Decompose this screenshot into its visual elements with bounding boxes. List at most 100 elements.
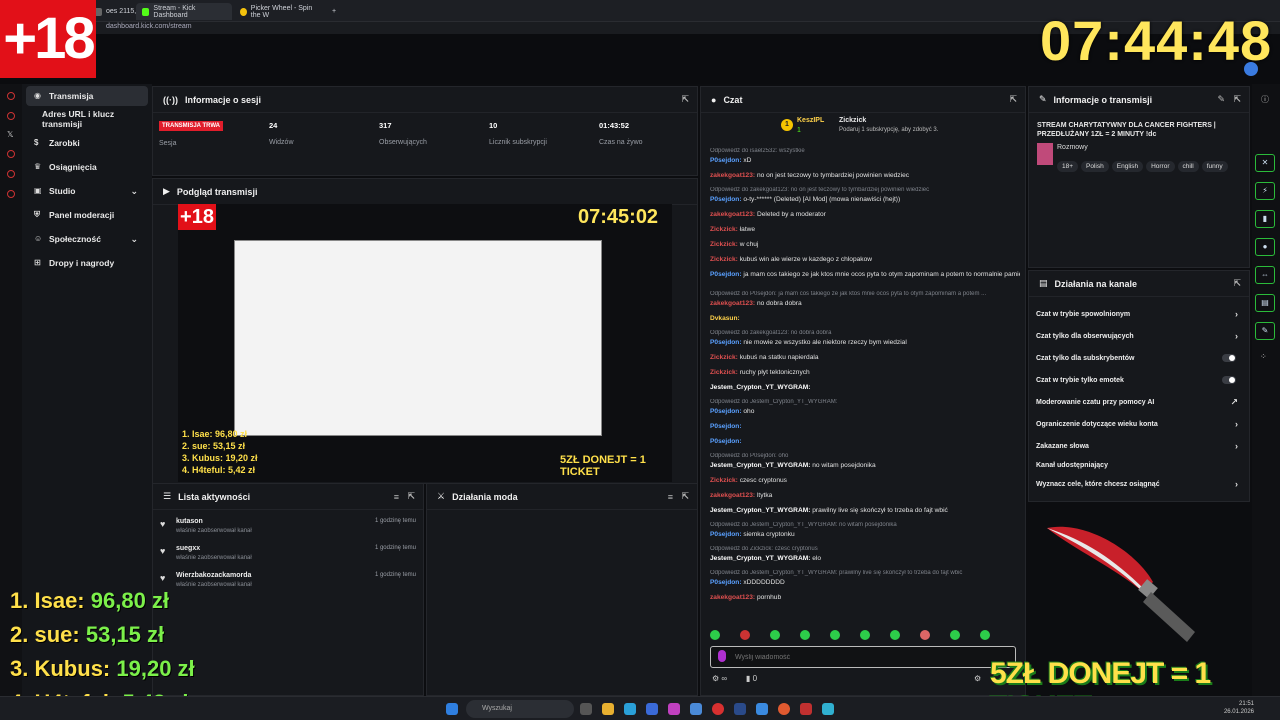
popout-icon[interactable]: ⇱	[681, 491, 689, 502]
social-icon[interactable]	[7, 150, 15, 158]
app-icon[interactable]	[822, 703, 834, 715]
filter-icon[interactable]: ≡	[394, 492, 399, 502]
app-icon[interactable]	[756, 703, 768, 715]
chat-username[interactable]: zakekgoat123:	[710, 211, 755, 218]
filter-icon[interactable]: ≡	[668, 492, 673, 502]
emote-icon[interactable]	[890, 630, 900, 640]
sidebar-item-studio[interactable]: ▣ Studio ⌄	[26, 181, 148, 201]
chat-message[interactable]: P0sejdon:	[710, 423, 1020, 430]
chat-username[interactable]: Zickzick:	[710, 241, 738, 248]
chat-username[interactable]: P0sejdon:	[710, 531, 742, 538]
chat-message[interactable]: Jestem_Crypton_YT_WYGRAM: elo	[710, 555, 1020, 562]
chat-message[interactable]: zakekgoat123: no on jest teczowy to tymb…	[710, 172, 1020, 179]
emote-icon[interactable]	[830, 630, 840, 640]
app-icon[interactable]	[690, 703, 702, 715]
taskbar-search[interactable]: Wyszukaj	[466, 700, 574, 718]
social-icon[interactable]	[7, 170, 15, 178]
action-emote-only[interactable]: Czat w trybie tylko emotek	[1036, 371, 1242, 389]
action-banned-words[interactable]: Zakazane słowa ›	[1036, 437, 1242, 455]
app-icon[interactable]	[734, 703, 746, 715]
chat-message[interactable]: P0sejdon:	[710, 438, 1020, 445]
emote-icon[interactable]	[950, 630, 960, 640]
chat-username[interactable]: zakekgoat123:	[710, 492, 755, 499]
browser-tab-kick[interactable]: Stream - Kick Dashboard	[136, 3, 232, 20]
stream-preview[interactable]: +18 07:45:02 1. Isae: 96,80 zł 2. sue: 5…	[178, 204, 672, 482]
chat-username[interactable]: Zickzick:	[710, 256, 738, 263]
chat-username[interactable]: Jestem_Crypton_YT_WYGRAM:	[710, 384, 810, 391]
chat-input[interactable]	[710, 646, 1016, 668]
browser-tab-picker[interactable]: Picker Wheel - Spin the W	[234, 3, 326, 20]
new-tab-button[interactable]: +	[326, 3, 342, 20]
windows-start-icon[interactable]	[446, 703, 458, 715]
action-ai-moderation[interactable]: Moderowanie czatu przy pomocy AI ↗	[1036, 393, 1242, 411]
emote-only-toggle[interactable]	[1222, 376, 1236, 384]
kick-icon[interactable]	[7, 92, 15, 100]
sidebar-item-panel-moderacji[interactable]: ⛨ Panel moderacji	[26, 205, 148, 225]
emote-icon[interactable]	[920, 630, 930, 640]
chat-username[interactable]: P0sejdon:	[710, 408, 742, 415]
chat-message[interactable]: Dvkasun:	[710, 315, 1020, 322]
rail-button[interactable]: ▮	[1255, 210, 1275, 228]
sidebar-item-osiagniecia[interactable]: ♛ Osiągnięcia	[26, 157, 148, 177]
rail-button[interactable]: ▤	[1255, 294, 1275, 312]
chat-username[interactable]: Zickzick:	[710, 477, 738, 484]
chat-message[interactable]: zakekgoat123: ltytka	[710, 492, 1020, 499]
chat-message[interactable]: P0sejdon: xDDDDDDDD	[710, 579, 1020, 586]
chat-message[interactable]: Zickzick: łatwe	[710, 226, 1020, 233]
chat-username[interactable]: Dvkasun:	[710, 315, 740, 322]
popout-icon[interactable]: ⇱	[1233, 94, 1241, 105]
chat-message[interactable]: zakekgoat123: Deleted by a moderator	[710, 211, 1020, 218]
pinned-gift-banner[interactable]: 1 KeszIPL 1 Zickzick Podaruj 1 subskrypc…	[781, 117, 981, 139]
social-icon[interactable]	[7, 112, 15, 120]
chat-username[interactable]: P0sejdon:	[710, 157, 742, 164]
popout-icon[interactable]: ⇱	[407, 491, 415, 502]
popout-icon[interactable]: ⇱	[681, 94, 689, 105]
subscribers-only-toggle[interactable]	[1222, 354, 1236, 362]
chat-message[interactable]: Zickzick: kubuś win ale wierze w kazdego…	[710, 256, 1020, 263]
action-followers-only[interactable]: Czat tylko dla obserwujących ›	[1036, 327, 1242, 345]
rail-button[interactable]: ⚡	[1255, 182, 1275, 200]
chat-username[interactable]: P0sejdon:	[710, 579, 742, 586]
chat-username[interactable]: Zickzick:	[710, 354, 738, 361]
chat-username[interactable]: P0sejdon:	[710, 423, 742, 430]
chat-message[interactable]: P0sejdon: nie mowie ze wszystko ale niek…	[710, 339, 1020, 346]
chat-message[interactable]: Zickzick: ruchy płyt tektonicznych	[710, 369, 1020, 376]
action-goals[interactable]: Wyznacz cele, które chcesz osiągnąć ›	[1036, 475, 1242, 493]
settings-icon[interactable]: ⚙ ∞	[712, 674, 727, 683]
sidebar-item-dropy[interactable]: ⊞ Dropy i nagrody	[26, 253, 148, 273]
sidebar-item-spolecznosc[interactable]: ☺ Społeczność ⌄	[26, 229, 148, 249]
rail-button[interactable]: ✕	[1255, 154, 1275, 172]
edge-icon[interactable]	[624, 703, 636, 715]
action-slow-mode[interactable]: Czat w trybie spowolnionym ›	[1036, 305, 1242, 323]
x-icon[interactable]: 𝕏	[7, 130, 13, 139]
chat-username[interactable]: Jestem_Crypton_YT_WYGRAM:	[710, 462, 810, 469]
sidebar-item-zarobki[interactable]: $ Zarobki	[26, 133, 148, 153]
taskbar-clock[interactable]: 21:51 26.01.2026	[1224, 700, 1254, 716]
emote-icon[interactable]	[770, 630, 780, 640]
chat-username[interactable]: Zickzick:	[710, 226, 738, 233]
gear-icon[interactable]: ⚙	[974, 674, 981, 683]
popout-icon[interactable]: ⇱	[1009, 94, 1017, 105]
opera-icon[interactable]	[712, 703, 724, 715]
rail-button[interactable]: ⇔	[1255, 266, 1275, 284]
chat-username[interactable]: P0sejdon:	[710, 196, 742, 203]
chat-message[interactable]: zakekgoat123: no dobra dobra	[710, 300, 1020, 307]
sidebar-item-stream-key[interactable]: Adres URL i klucz transmisji	[26, 109, 148, 129]
chat-username[interactable]: P0sejdon:	[710, 438, 742, 445]
task-view-icon[interactable]	[580, 703, 592, 715]
chat-message[interactable]: Zickzick: kubuś na statku napierdala	[710, 354, 1020, 361]
info-icon[interactable]: ⓘ	[1261, 94, 1269, 105]
explorer-icon[interactable]	[602, 703, 614, 715]
chat-message[interactable]: Jestem_Crypton_YT_WYGRAM: prawilny live …	[710, 507, 1020, 514]
chrome-icon[interactable]	[778, 703, 790, 715]
social-icon[interactable]	[7, 190, 15, 198]
chat-username[interactable]: P0sejdon:	[710, 271, 742, 278]
chat-message[interactable]: Zickzick: w chuj	[710, 241, 1020, 248]
chat-username[interactable]: zakekgoat123:	[710, 172, 755, 179]
chat-message[interactable]: Jestem_Crypton_YT_WYGRAM:	[710, 384, 1020, 391]
chat-message[interactable]: P0sejdon: xD	[710, 157, 1020, 164]
app-icon[interactable]	[646, 703, 658, 715]
emote-icon[interactable]	[980, 630, 990, 640]
emote-icon[interactable]	[860, 630, 870, 640]
app-icon[interactable]	[668, 703, 680, 715]
